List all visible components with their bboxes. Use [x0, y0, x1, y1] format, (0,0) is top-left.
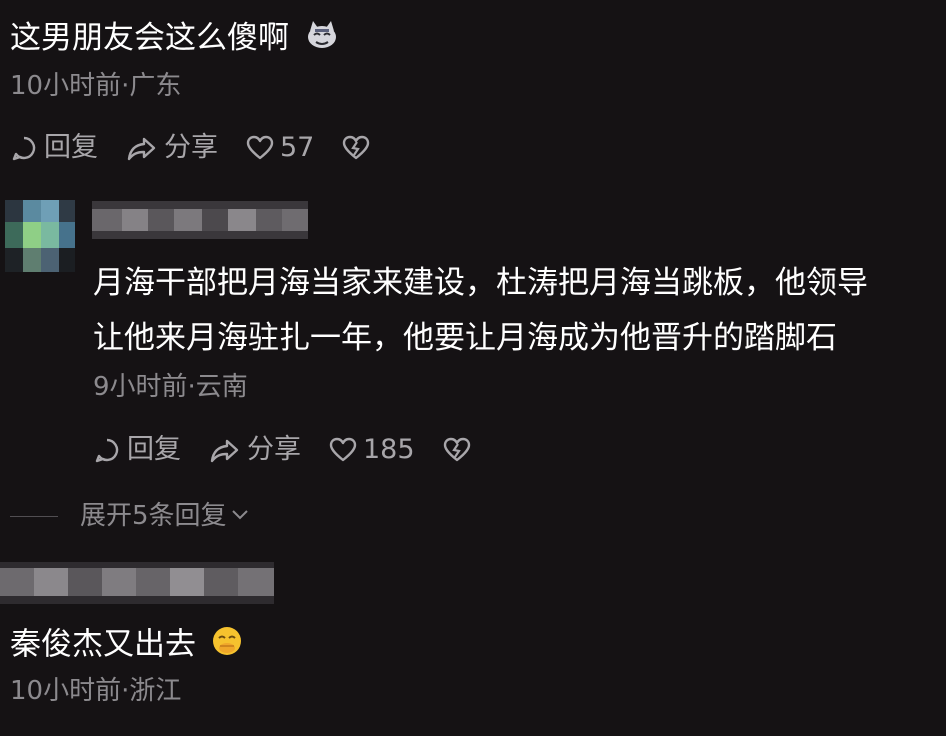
comment-2-actions: 回复 分享 185 — [93, 433, 499, 467]
expand-replies-label: 展开5条回复 — [80, 501, 227, 531]
comment-2-line-2: 让他来月海驻扎一年，他要让月海成为他晋升的踏脚石 — [93, 320, 837, 356]
comment-1-meta: 10小时前·广东 — [10, 71, 182, 101]
comment-2-meta: 9小时前·云南 — [93, 372, 248, 402]
like-button[interactable]: 185 — [329, 433, 415, 467]
like-count: 185 — [363, 434, 415, 465]
like-count: 57 — [280, 132, 315, 163]
heart-icon — [329, 437, 357, 463]
username-redacted[interactable] — [92, 201, 308, 239]
dislike-button[interactable] — [342, 135, 370, 161]
chevron-down-icon — [229, 504, 251, 528]
reply-label: 回复 — [44, 132, 98, 163]
share-label: 分享 — [247, 434, 301, 465]
comment-2-line-1: 月海干部把月海当家来建设，杜涛把月海当跳板，他领导 — [93, 265, 868, 301]
reply-label: 回复 — [127, 434, 181, 465]
avatar[interactable] — [5, 200, 75, 272]
face-with-hand-over-mouth-emoji-icon — [210, 624, 244, 668]
share-button[interactable]: 分享 — [126, 131, 218, 165]
reply-icon — [93, 436, 121, 464]
share-label: 分享 — [164, 132, 218, 163]
reply-icon — [10, 134, 38, 162]
divider-line — [10, 515, 58, 517]
dislike-button[interactable] — [443, 437, 471, 463]
broken-heart-icon — [443, 437, 471, 463]
like-button[interactable]: 57 — [246, 131, 314, 165]
share-icon — [126, 134, 158, 162]
share-button[interactable]: 分享 — [209, 433, 301, 467]
comment-1-text: 这男朋友会这么傻啊 — [10, 20, 289, 56]
heart-icon — [246, 135, 274, 161]
comment-1-actions: 回复 分享 57 — [10, 131, 398, 165]
comment-3-meta: 10小时前·浙江 — [10, 676, 182, 706]
share-icon — [209, 436, 241, 464]
reply-button[interactable]: 回复 — [10, 131, 98, 165]
reply-button[interactable]: 回复 — [93, 433, 181, 467]
expand-replies-button[interactable]: 展开5条回复 — [10, 500, 251, 532]
cat-face-emoji-icon — [305, 19, 339, 61]
broken-heart-icon — [342, 135, 370, 161]
comment-3-text: 秦俊杰又出去 — [10, 626, 196, 663]
comment-3: 秦俊杰又出去 — [10, 624, 244, 668]
username-redacted[interactable] — [0, 562, 274, 604]
comment-1: 这男朋友会这么傻啊 — [10, 18, 339, 61]
